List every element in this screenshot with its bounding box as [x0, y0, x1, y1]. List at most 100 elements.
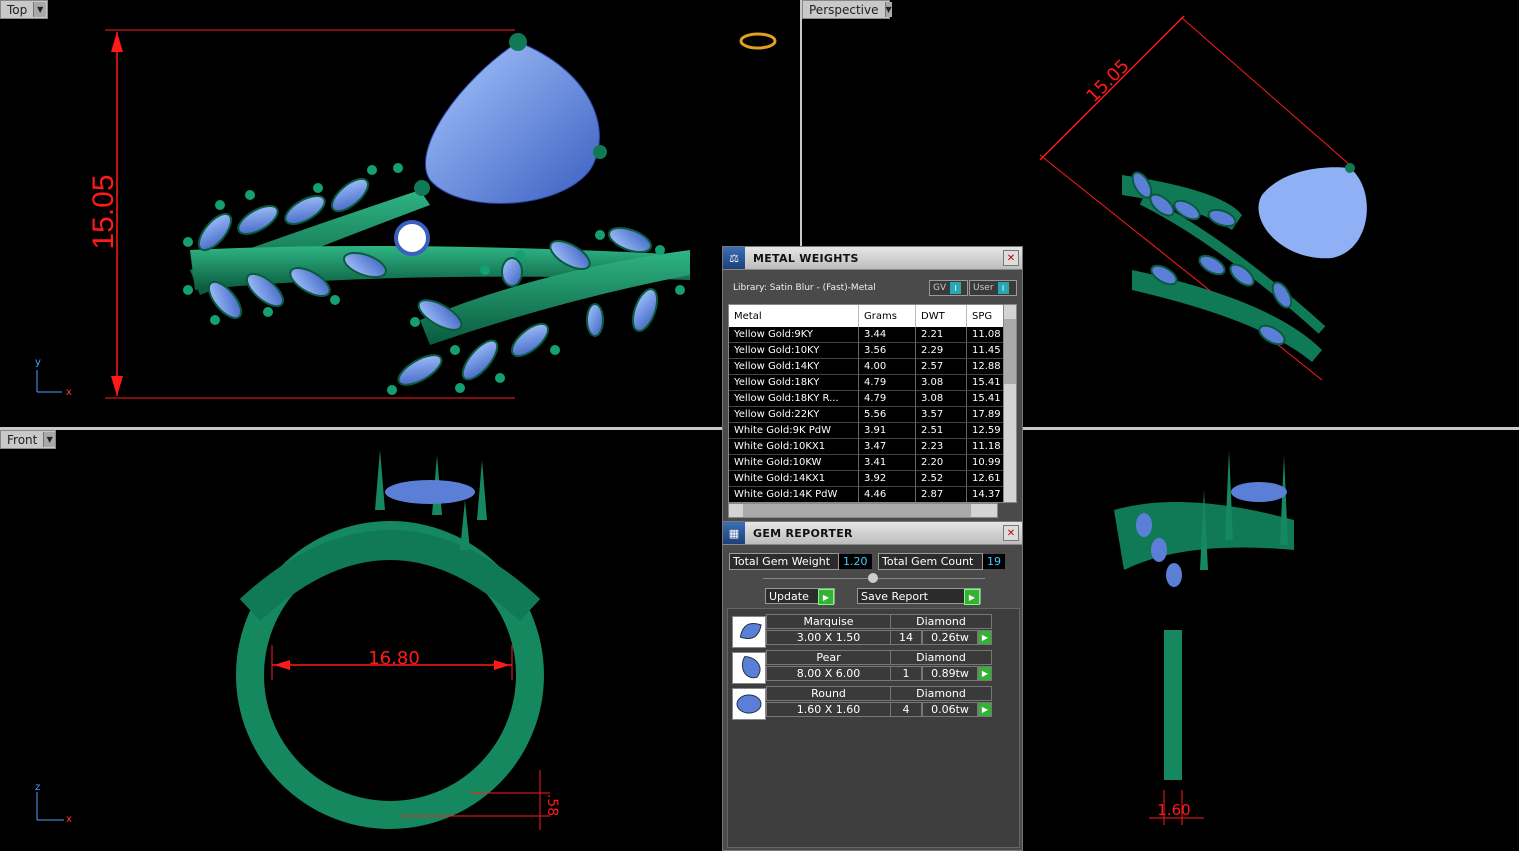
cell-dwt: 3.08 — [916, 375, 967, 391]
user-toggle[interactable]: User I — [969, 280, 1017, 296]
close-icon[interactable]: ✕ — [1003, 250, 1019, 266]
collapse-handle-icon[interactable] — [868, 573, 878, 583]
play-icon: ▶ — [818, 589, 834, 605]
gem-size: 1.60 X 1.60 — [766, 702, 891, 717]
cell-grams: 3.56 — [859, 343, 916, 359]
table-row[interactable]: White Gold:14K PdW 4.46 2.87 14.37 — [729, 487, 1015, 502]
gem-reporter-panel: ▦ GEM REPORTER ✕ Total Gem Weight 1.20 T… — [722, 521, 1023, 851]
total-gem-count-value: 19 — [983, 554, 1005, 569]
cell-grams: 3.47 — [859, 439, 916, 455]
table-row[interactable]: White Gold:10KX1 3.47 2.23 11.18 — [729, 439, 1015, 455]
gem-size: 8.00 X 6.00 — [766, 666, 891, 681]
gem-size: 3.00 X 1.50 — [766, 630, 891, 645]
viewport-front[interactable]: 16.80 .58 z x Front ▼ — [0, 430, 722, 849]
gem-weight: 0.89tw — [922, 666, 978, 681]
cell-metal: Yellow Gold:18KY R... — [729, 391, 859, 407]
axis-x-label: x — [66, 814, 72, 825]
top-dimension-label: 15.05 — [87, 174, 120, 249]
cell-grams: 4.79 — [859, 375, 916, 391]
table-row[interactable]: Yellow Gold:18KY 4.79 3.08 15.41 — [729, 375, 1015, 391]
gem-marquise-icon[interactable] — [732, 616, 766, 648]
gem-shape: Pear — [766, 650, 891, 665]
cell-dwt: 2.20 — [916, 455, 967, 471]
cell-metal: White Gold:10KW — [729, 455, 859, 471]
dropdown-arrow-icon[interactable]: ▼ — [43, 432, 55, 447]
play-icon[interactable]: ▶ — [978, 630, 992, 645]
scroll-thumb[interactable] — [1004, 319, 1016, 384]
front-band-dimension-label: .58 — [544, 794, 560, 816]
axis-y-label: y — [35, 357, 41, 368]
horizontal-scrollbar[interactable] — [728, 503, 998, 518]
total-gem-weight-label: Total Gem Weight — [729, 553, 839, 570]
cell-metal: Yellow Gold:14KY — [729, 359, 859, 375]
viewport-top[interactable]: 15.05 y x Top ▼ — [0, 0, 800, 427]
gem-round-icon[interactable] — [732, 688, 766, 720]
cell-metal: White Gold:10KX1 — [729, 439, 859, 455]
column-header-metal[interactable]: Metal — [729, 305, 859, 327]
column-header-grams[interactable]: Grams — [859, 305, 916, 327]
cell-metal: White Gold:14KX1 — [729, 471, 859, 487]
axis-z-label: z — [35, 782, 40, 793]
viewport-top-label[interactable]: Top ▼ — [0, 0, 48, 19]
cell-dwt: 2.51 — [916, 423, 967, 439]
save-report-button[interactable]: Save Report ▶ — [857, 588, 981, 605]
total-gem-weight-value: 1.20 — [839, 554, 872, 569]
gem-shape: Marquise — [766, 614, 891, 629]
table-row[interactable]: Yellow Gold:14KY 4.00 2.57 12.88 — [729, 359, 1015, 375]
viewport-right[interactable]: 1.60 — [1024, 430, 1519, 849]
cell-grams: 4.00 — [859, 359, 916, 375]
cell-grams: 3.44 — [859, 327, 916, 343]
cell-grams: 4.46 — [859, 487, 916, 502]
metal-weights-titlebar[interactable]: ⚖ METAL WEIGHTS ✕ — [723, 247, 1022, 270]
update-button[interactable]: Update ▶ — [765, 588, 835, 605]
table-row[interactable]: White Gold:10KW 3.41 2.20 10.99 — [729, 455, 1015, 471]
dropdown-arrow-icon[interactable]: ▼ — [884, 2, 892, 17]
gem-row[interactable]: Round Diamond 1.60 X 1.60 4 0.06tw ▶ — [728, 686, 992, 720]
play-icon[interactable]: ▶ — [978, 702, 992, 717]
column-header-dwt[interactable]: DWT — [916, 305, 967, 327]
perspective-dimension-label: 15.05 — [1082, 55, 1133, 106]
cell-grams: 3.41 — [859, 455, 916, 471]
cell-dwt: 2.87 — [916, 487, 967, 502]
right-view-model: 1.60 — [1114, 450, 1294, 825]
front-inner-dimension-label: 16.80 — [368, 648, 420, 669]
gem-row[interactable]: Marquise Diamond 3.00 X 1.50 14 0.26tw ▶ — [728, 614, 992, 648]
gem-row[interactable]: Pear Diamond 8.00 X 6.00 1 0.89tw ▶ — [728, 650, 992, 684]
gv-toggle[interactable]: GV I — [929, 280, 968, 296]
table-row[interactable]: White Gold:9K PdW 3.91 2.51 12.59 — [729, 423, 1015, 439]
gem-material: Diamond — [890, 614, 992, 629]
metal-weights-title: METAL WEIGHTS — [753, 251, 859, 265]
dropdown-arrow-icon[interactable]: ▼ — [33, 2, 47, 17]
top-view-model: 15.05 y x — [35, 29, 777, 399]
axis-x-label: x — [66, 387, 72, 398]
cell-grams: 5.56 — [859, 407, 916, 423]
gem-reporter-titlebar[interactable]: ▦ GEM REPORTER ✕ — [723, 522, 1022, 545]
close-icon[interactable]: ✕ — [1003, 525, 1019, 541]
table-row[interactable]: White Gold:14KX1 3.92 2.52 12.61 — [729, 471, 1015, 487]
library-label: Library: Satin Blur - (Fast)-Metal — [733, 283, 876, 293]
scale-icon: ⚖ — [723, 247, 745, 269]
table-row[interactable]: Yellow Gold:10KY 3.56 2.29 11.45 — [729, 343, 1015, 359]
table-row[interactable]: Yellow Gold:22KY 5.56 3.57 17.89 — [729, 407, 1015, 423]
gem-weight: 0.26tw — [922, 630, 978, 645]
play-icon[interactable]: ▶ — [978, 666, 992, 681]
play-icon: ▶ — [964, 589, 980, 605]
divider-horizontal-left[interactable] — [0, 427, 722, 430]
table-row[interactable]: Yellow Gold:18KY R... 4.79 3.08 15.41 — [729, 391, 1015, 407]
vertical-scrollbar[interactable] — [1003, 304, 1017, 503]
viewport-front-label[interactable]: Front ▼ — [0, 430, 56, 449]
viewport-perspective-label[interactable]: Perspective ▼ — [802, 0, 892, 19]
cell-grams: 3.92 — [859, 471, 916, 487]
report-icon: ▦ — [723, 522, 745, 544]
cell-metal: Yellow Gold:22KY — [729, 407, 859, 423]
divider-horizontal-right[interactable] — [1022, 427, 1519, 430]
cell-dwt: 2.23 — [916, 439, 967, 455]
table-header: Metal Grams DWT SPG — [729, 305, 1015, 327]
table-row[interactable]: Yellow Gold:9KY 3.44 2.21 11.08 — [729, 327, 1015, 343]
cell-dwt: 2.29 — [916, 343, 967, 359]
total-gem-count: Total Gem Count 19 — [878, 553, 1005, 570]
toggle-icon: I — [997, 282, 1009, 294]
scroll-thumb[interactable] — [743, 504, 971, 517]
cell-dwt: 3.57 — [916, 407, 967, 423]
gem-pear-icon[interactable] — [732, 652, 766, 684]
